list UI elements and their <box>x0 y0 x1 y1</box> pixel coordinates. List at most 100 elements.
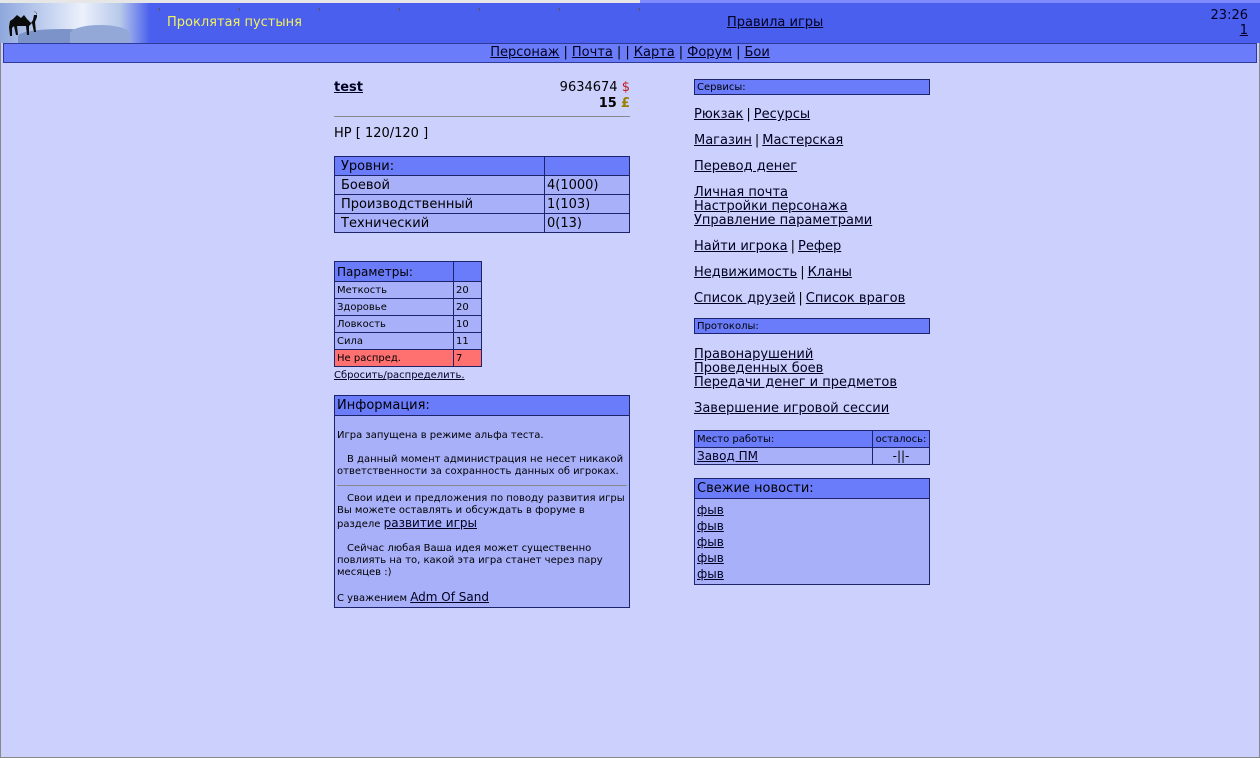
nav-character[interactable]: Персонаж <box>490 45 559 60</box>
params-table: Параметры: Меткость 20 Здоровье 20 Ловкост… <box>334 261 482 367</box>
param-name: Сила <box>334 332 454 350</box>
signature: С уважением Adm Of Sand <box>337 590 489 604</box>
window-frame <box>0 0 1260 758</box>
info-text: Сейчас любая Ваша идея может существенно… <box>337 543 603 578</box>
friends-link[interactable]: Список друзей <box>694 291 795 306</box>
table-row: Производственный 1(103) <box>334 194 630 214</box>
remaining-header: осталось: <box>872 430 930 448</box>
pound-icon: £ <box>620 96 630 111</box>
referrer-link[interactable]: Рефер <box>798 239 841 254</box>
news-item-link[interactable]: фыв <box>697 519 724 533</box>
offenses-link[interactable]: Правонарушений <box>694 347 813 362</box>
table-row: Боевой 4(1000) <box>334 175 630 195</box>
site-logo[interactable] <box>0 3 150 43</box>
nav-separator: | <box>736 45 741 60</box>
site-title: Проклятая пустыня <box>167 15 302 30</box>
pounds-amount: 15 <box>598 96 617 111</box>
workshop-link[interactable]: Мастерская <box>762 133 843 148</box>
money-block: 9634674 $ 15 £ <box>560 80 630 112</box>
dollar-icon: $ <box>621 80 630 95</box>
workplace-header: Место работы: <box>694 430 873 448</box>
table-row: Завод ПМ -||- <box>694 447 930 465</box>
param-name: Не распред. <box>334 349 454 367</box>
money-transfer-link[interactable]: Перевод денег <box>694 159 797 174</box>
backpack-link[interactable]: Рюкзак <box>694 107 743 122</box>
services-header: Сервисы: <box>694 79 930 95</box>
workplace-table: Место работы: осталось: Завод ПМ -||- <box>694 430 930 465</box>
level-value: 0(13) <box>544 213 630 233</box>
info-text: В данный момент администрация не несет н… <box>337 454 624 477</box>
clans-link[interactable]: Кланы <box>808 265 852 280</box>
info-panel: Информация: Игра запущена в режиме альфа… <box>334 395 630 608</box>
real-estate-link[interactable]: Недвижимость <box>694 265 797 280</box>
params-header: Параметры: <box>334 261 454 282</box>
admin-link[interactable]: Adm Of Sand <box>410 590 489 604</box>
table-row: Сила 11 <box>334 332 482 350</box>
rules-link[interactable]: Правила игры <box>727 15 823 30</box>
battles-log-link[interactable]: Проведенных боев <box>694 361 823 376</box>
services-panel: Сервисы: Рюкзак | Ресурсы Магазин | Мастерск… <box>694 79 930 585</box>
param-name: Ловкость <box>334 315 454 333</box>
param-control-link[interactable]: Управление параметрами <box>694 213 872 228</box>
top-header: Проклятая пустыня Правила игры 23:26 1 <box>0 0 1260 43</box>
news-item-link[interactable]: фыв <box>697 503 724 517</box>
end-session-link[interactable]: Завершение игровой сессии <box>694 401 889 416</box>
main-nav: Персонаж | Почта | | Карта | Форум | Бои <box>3 43 1257 63</box>
table-row: Технический 0(13) <box>334 213 630 233</box>
camel-icon <box>9 11 37 36</box>
table-row: Меткость 20 <box>334 281 482 299</box>
hp-label: HP [ 120/120 ] <box>334 126 429 141</box>
char-settings-link[interactable]: Настройки персонажа <box>694 199 848 214</box>
level-name: Боевой <box>334 175 545 195</box>
nav-separator: | <box>678 45 684 60</box>
level-name: Технический <box>334 213 545 233</box>
param-value: 20 <box>453 298 482 316</box>
param-value: 10 <box>453 315 482 333</box>
param-value: 20 <box>453 281 482 299</box>
level-name: Производственный <box>334 194 545 214</box>
divider <box>337 485 627 486</box>
news-item-link[interactable]: фыв <box>697 535 724 549</box>
workplace-link[interactable]: Завод ПМ <box>697 449 758 463</box>
news-item-link[interactable]: фыв <box>697 567 724 581</box>
levels-header: Уровни: <box>334 156 545 176</box>
table-row: Здоровье 20 <box>334 298 482 316</box>
nav-separator: | | <box>616 45 630 60</box>
private-mail-link[interactable]: Личная почта <box>694 185 788 200</box>
nav-mail[interactable]: Почта <box>572 45 613 60</box>
news-header: Свежие новости: <box>695 479 929 499</box>
money-amount: 9634674 <box>559 80 618 95</box>
level-value: 1(103) <box>544 194 630 214</box>
info-header: Информация: <box>335 396 629 416</box>
nav-forum[interactable]: Форум <box>687 45 732 60</box>
param-name: Здоровье <box>334 298 454 316</box>
enemies-link[interactable]: Список врагов <box>806 291 905 306</box>
resources-link[interactable]: Ресурсы <box>754 107 810 122</box>
news-item-link[interactable]: фыв <box>697 551 724 565</box>
level-value: 4(1000) <box>544 175 630 195</box>
dev-forum-link[interactable]: развитие игры <box>384 516 477 530</box>
info-text: Игра запущена в режиме альфа теста. <box>337 430 544 441</box>
clock: 23:26 1 <box>1211 8 1248 38</box>
param-name: Меткость <box>334 281 454 299</box>
find-player-link[interactable]: Найти игрока <box>694 239 788 254</box>
table-row: Ловкость 10 <box>334 315 482 333</box>
transfers-log-link[interactable]: Передачи денег и предметов <box>694 375 897 390</box>
table-row: Не распред. 7 <box>334 349 482 367</box>
levels-table: Уровни: Боевой 4(1000) Производственный 1(… <box>334 156 630 233</box>
reset-params-link[interactable]: Сбросить/распределить. <box>334 370 630 381</box>
param-value: 7 <box>453 349 482 367</box>
nav-map[interactable]: Карта <box>634 45 675 60</box>
username-link[interactable]: test <box>334 80 363 95</box>
news-panel: Свежие новости: фыв фыв фыв фыв фыв <box>694 478 930 585</box>
shop-link[interactable]: Магазин <box>694 133 752 148</box>
online-count-link[interactable]: 1 <box>1240 23 1248 38</box>
info-text: Свои идеи и предложения по поводу развит… <box>337 493 625 530</box>
nav-separator: | <box>563 45 568 60</box>
protocols-header: Протоколы: <box>694 318 930 334</box>
remaining-value: -||- <box>872 447 930 465</box>
nav-battles[interactable]: Бои <box>744 45 769 60</box>
param-value: 11 <box>453 332 482 350</box>
character-panel: test 9634674 $ 15 £ HP [ 120/120 ] Уровн… <box>334 78 630 608</box>
time-label: 23:26 <box>1210 8 1248 23</box>
